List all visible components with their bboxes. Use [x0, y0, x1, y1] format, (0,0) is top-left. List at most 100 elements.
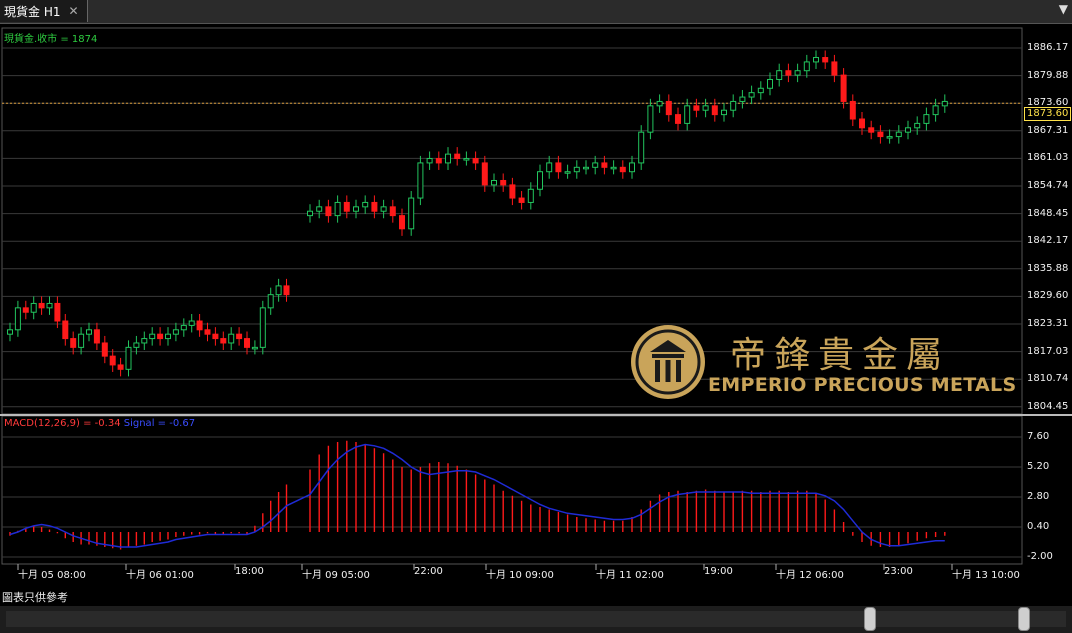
candle-body	[316, 206, 323, 212]
candle-body	[220, 338, 227, 344]
candle-body	[70, 338, 77, 348]
candle-body	[180, 324, 187, 331]
candle-body	[30, 302, 37, 313]
candle-body	[509, 184, 516, 199]
macd-tick-label: 7.60	[1027, 431, 1050, 442]
candle-body	[601, 162, 608, 168]
candle-body	[647, 105, 654, 133]
candle-body	[592, 162, 599, 168]
candle-body	[472, 158, 479, 164]
price-tick-label: 1861.03	[1027, 152, 1069, 164]
candle-body	[794, 70, 801, 76]
candle-body	[334, 201, 341, 217]
candle-body	[251, 346, 258, 350]
candle-body	[803, 61, 810, 72]
candle-body	[721, 109, 727, 116]
candle-body	[157, 333, 164, 340]
logo-english-text: EMPERIO PRECIOUS METALS	[708, 374, 1017, 396]
candle-body	[730, 100, 737, 111]
time-tick-label: 十月 06 01:00	[126, 570, 194, 581]
candle-body	[188, 320, 195, 326]
candle-body	[380, 206, 387, 212]
candle-body	[275, 285, 282, 296]
candle-body	[831, 61, 838, 76]
close-icon[interactable]: ✕	[68, 4, 78, 18]
candle-body	[767, 78, 773, 89]
candle-body	[454, 153, 461, 160]
macd-histogram	[9, 440, 946, 550]
candle-body	[212, 333, 219, 340]
time-tick-label: 十月 12 06:00	[776, 570, 844, 581]
candle-body	[840, 74, 847, 102]
candle-body	[236, 333, 243, 340]
candle-body	[932, 105, 939, 116]
candle-body	[555, 162, 562, 173]
price-tick-label: 1886.17	[1027, 42, 1069, 53]
candle-body	[38, 302, 45, 309]
candle-body	[500, 179, 507, 186]
scroll-handle-right[interactable]	[1018, 607, 1030, 631]
candle-body	[859, 118, 865, 129]
candle-body	[573, 166, 580, 173]
macd-tick-label: -2.00	[1027, 551, 1053, 562]
candle-body	[307, 210, 313, 217]
time-tick-label: 23:00	[884, 566, 913, 577]
macd-legend: MACD(12,26,9) = -0.34 Signal = -0.67	[4, 418, 195, 429]
price-tick-label: 1804.45	[1027, 400, 1069, 412]
price-tick-label: 1867.31	[1027, 124, 1069, 136]
candle-body	[537, 171, 543, 190]
time-tick-label: 十月 11 02:00	[596, 570, 664, 581]
chart-tab[interactable]: 現貨金 H1 ✕	[0, 0, 88, 22]
candle-body	[54, 302, 61, 322]
candle-body	[426, 158, 433, 164]
candle-body	[408, 197, 415, 230]
candle-body	[665, 100, 672, 116]
candle-body	[546, 162, 553, 173]
scroll-track[interactable]	[6, 611, 1066, 627]
candle-body	[325, 206, 332, 217]
candle-body	[849, 100, 856, 120]
time-tick-label: 十月 10 09:00	[486, 570, 554, 581]
candle-body	[748, 92, 755, 98]
candle-body	[78, 333, 85, 348]
candle-body	[638, 131, 645, 164]
candle-body	[481, 162, 488, 186]
candle-body	[527, 188, 534, 203]
candle-body	[109, 355, 116, 366]
candle-body	[895, 131, 902, 138]
title-bar	[0, 0, 1072, 24]
candle-body	[343, 201, 350, 212]
candle-body	[371, 201, 378, 212]
candle-body	[259, 307, 266, 348]
candle-body	[22, 307, 29, 313]
tab-title: 現貨金 H1	[4, 4, 61, 19]
candle-body	[491, 179, 497, 186]
candle-body	[711, 105, 718, 116]
scroll-handle-left[interactable]	[864, 607, 876, 631]
time-tick-label: 十月 13 10:00	[952, 570, 1020, 581]
candle-body	[93, 329, 100, 344]
candle-body	[141, 338, 148, 344]
candle-body	[822, 57, 829, 63]
current-price-badge: 1873.60	[1024, 107, 1072, 121]
candle-body	[629, 162, 635, 173]
candle-body	[7, 329, 13, 335]
chevron-down-icon[interactable]: ▼	[1059, 2, 1068, 16]
candle-body	[914, 122, 921, 129]
chart-area[interactable]	[0, 24, 1072, 610]
candle-body	[610, 166, 617, 170]
candle-body	[362, 201, 369, 208]
candle-body	[435, 158, 442, 164]
signal-line	[9, 443, 945, 548]
candle-body	[785, 70, 792, 76]
candle-body	[684, 105, 691, 124]
price-tick-label: 1854.74	[1027, 180, 1069, 191]
candle-body	[583, 166, 589, 170]
candle-body	[46, 302, 53, 309]
candle-body	[228, 333, 235, 344]
time-tick-label: 18:00	[235, 566, 264, 577]
candle-body	[204, 329, 211, 335]
disclaimer-text: 圖表只供參考	[2, 591, 68, 604]
logo-chinese-text: 帝鋒貴金屬	[730, 335, 951, 376]
price-tick-label: 1829.60	[1027, 290, 1069, 302]
